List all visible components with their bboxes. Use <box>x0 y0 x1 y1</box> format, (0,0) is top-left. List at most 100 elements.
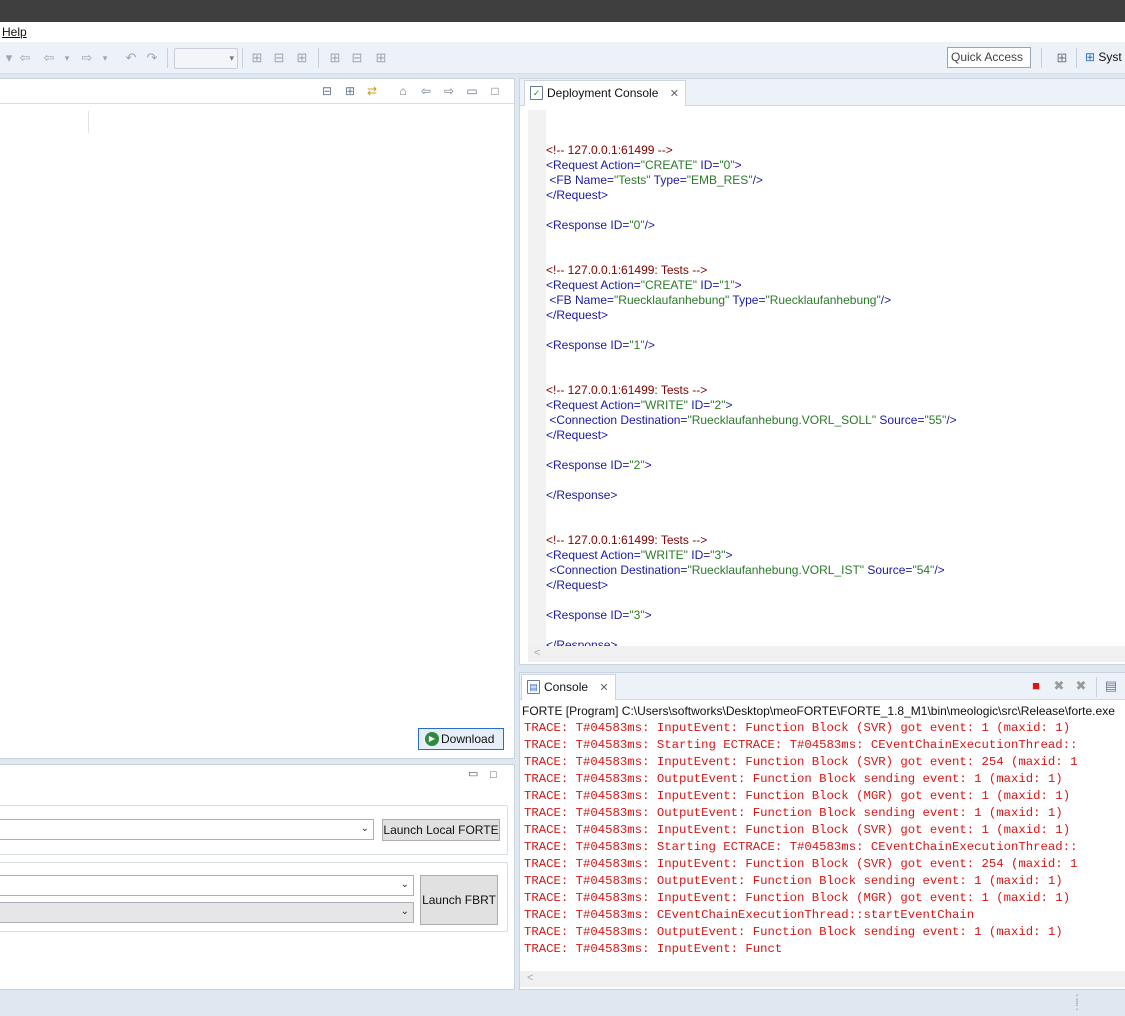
xml-token: Source= <box>864 563 913 577</box>
minimize-icon[interactable]: ▭ <box>465 84 479 98</box>
console-tabbar: ▤ Console ✕ ■ ✖ ✖ ▤ <box>520 673 1125 700</box>
xml-line: <!-- 127.0.0.1:61499 --> <box>546 143 957 158</box>
xml-token: "CREATE" <box>640 278 698 292</box>
close-icon[interactable]: ✕ <box>599 682 608 694</box>
scroll-left-icon[interactable]: < <box>534 647 540 659</box>
fbrt-option-select[interactable]: ⌄ <box>0 902 414 923</box>
xml-token: > <box>644 608 652 622</box>
xml-token: <Request Action= <box>546 278 641 292</box>
xml-line <box>546 368 957 383</box>
chevron-down-icon: ⌄ <box>400 879 409 890</box>
xml-line: </Request> <box>546 308 957 323</box>
layout-align-icon[interactable]: ⊞ <box>295 51 309 65</box>
horizontal-scrollbar[interactable]: < <box>520 971 1125 987</box>
maximize-icon[interactable]: □ <box>490 769 497 781</box>
trace-line: TRACE: T#04583ms: InputEvent: Funct <box>524 942 783 956</box>
system-icon: ⊞ <box>1085 50 1096 64</box>
horizontal-scrollbar[interactable]: < <box>528 646 1125 662</box>
layout-icon[interactable]: ⊞ <box>250 51 264 65</box>
trace-line: TRACE: T#04583ms: InputEvent: Function B… <box>524 721 1071 735</box>
xml-token: <Request Action= <box>546 548 641 562</box>
xml-token: <Connection Destination= <box>546 413 688 427</box>
xml-token: "Ruecklaufanhebung" <box>765 293 881 307</box>
xml-token: "EMB_RES" <box>686 173 753 187</box>
collapse-all-icon[interactable]: ⊟ <box>320 84 334 98</box>
launch-fbrt-button[interactable]: Launch FBRT <box>420 875 498 925</box>
xml-line: <Request Action="CREATE" ID="1"> <box>546 278 957 293</box>
xml-line <box>546 503 957 518</box>
xml-token: "WRITE" <box>640 398 688 412</box>
chevron-down-icon[interactable]: ▾ <box>98 51 112 65</box>
system-perspective-button[interactable]: ⊞ Syst <box>1085 50 1122 64</box>
remove-launch-icon[interactable]: ✖ <box>1052 679 1066 693</box>
forward-icon[interactable]: ⇨ <box>442 84 456 98</box>
xml-token: <Response ID= <box>546 458 630 472</box>
dropdown-arrow-icon[interactable]: ▾ <box>2 51 16 65</box>
redo-icon[interactable]: ↷ <box>145 51 159 65</box>
terminate-icon[interactable]: ■ <box>1029 679 1043 693</box>
toolbar-separator <box>1096 677 1097 697</box>
xml-token: <!-- 127.0.0.1:61499: Tests --> <box>546 533 708 547</box>
back-icon[interactable]: ⇦ <box>419 84 433 98</box>
trace-line: TRACE: T#04583ms: Starting ECTRACE: T#04… <box>524 738 1078 752</box>
expand-all-icon[interactable]: ⊞ <box>343 84 357 98</box>
back-history-icon[interactable]: ⇦ <box>42 51 56 65</box>
zoom-combo[interactable]: ▾ <box>174 48 238 69</box>
trace-line: TRACE: T#04583ms: InputEvent: Function B… <box>524 823 1071 837</box>
deployment-console-tabbar: ✓ Deployment Console ✕ <box>520 79 1125 106</box>
layout-tree-icon[interactable]: ⊟ <box>272 51 286 65</box>
xml-token: /> <box>946 413 957 427</box>
align-icon[interactable]: ⊞ <box>328 51 342 65</box>
close-icon[interactable]: ✕ <box>670 88 679 100</box>
trace-line: TRACE: T#04583ms: Starting ECTRACE: T#04… <box>524 840 1078 854</box>
home-icon[interactable]: ⌂ <box>396 84 410 98</box>
launch-local-forte-button[interactable]: Launch Local FORTE <box>382 819 500 841</box>
align-center-icon[interactable]: ⊟ <box>350 51 364 65</box>
undo-icon[interactable]: ↶ <box>124 51 138 65</box>
remove-all-icon[interactable]: ✖ <box>1074 679 1088 693</box>
forward-icon[interactable]: ⇨ <box>80 51 94 65</box>
open-perspective-icon[interactable]: ⊞ <box>1055 51 1069 65</box>
chevron-down-icon[interactable]: ▾ <box>60 51 74 65</box>
maximize-icon[interactable]: □ <box>488 84 502 98</box>
download-button[interactable]: ▶ Download <box>418 728 504 750</box>
xml-token: ID= <box>697 158 720 172</box>
link-icon[interactable]: ⇄ <box>365 84 379 98</box>
xml-line: <Connection Destination="Ruecklaufanhebu… <box>546 413 957 428</box>
ruler <box>528 110 546 646</box>
perspective-label: Syst <box>1098 50 1122 64</box>
minimize-icon[interactable]: ▭ <box>468 767 478 780</box>
xml-token: "3" <box>710 548 726 562</box>
menu-bar: Help <box>0 22 1125 42</box>
toolbar-separator <box>1076 48 1077 68</box>
tab-label: Console <box>544 680 589 694</box>
fbrt-path-select[interactable]: ⌄ <box>0 875 414 896</box>
back-icon[interactable]: ⇦ <box>18 51 32 65</box>
xml-line: </Request> <box>546 578 957 593</box>
xml-token: </Response> <box>546 638 618 646</box>
console-trace-output[interactable]: TRACE: T#04583ms: InputEvent: Function B… <box>524 720 1077 958</box>
tab-deployment-console[interactable]: ✓ Deployment Console ✕ <box>524 80 686 106</box>
scroll-left-icon[interactable]: < <box>527 972 533 984</box>
toolbar-separator <box>242 48 243 68</box>
console-panel: ▤ Console ✕ ■ ✖ ✖ ▤ FORTE [Program] C:\U… <box>519 672 1125 990</box>
xml-line: </Request> <box>546 188 957 203</box>
quick-access-field[interactable]: Quick Access <box>947 47 1031 68</box>
xml-token: /> <box>644 338 655 352</box>
clear-console-icon[interactable]: ▤ <box>1104 679 1118 693</box>
xml-token: <Response ID= <box>546 608 630 622</box>
tab-console[interactable]: ▤ Console ✕ <box>521 674 616 700</box>
chevron-down-icon: ▾ <box>229 53 234 63</box>
toolbar-separator <box>167 48 168 68</box>
console-process-label: FORTE [Program] C:\Users\softworks\Deskt… <box>522 704 1115 718</box>
forte-path-select[interactable]: ⌄ <box>0 819 374 840</box>
menu-help[interactable]: Help <box>2 25 27 39</box>
trace-line: TRACE: T#04583ms: InputEvent: Function B… <box>524 857 1078 871</box>
xml-line <box>546 353 957 368</box>
distribute-icon[interactable]: ⊞ <box>374 51 388 65</box>
trace-line: TRACE: T#04583ms: OutputEvent: Function … <box>524 925 1063 939</box>
xml-line: </Response> <box>546 488 957 503</box>
deployment-console-output[interactable]: <!-- 127.0.0.1:61499 --> <Request Action=… <box>528 110 1125 646</box>
fbrt-group: ⌄ ⌄ Launch FBRT <box>0 862 508 932</box>
tab-label: Deployment Console <box>547 86 659 100</box>
